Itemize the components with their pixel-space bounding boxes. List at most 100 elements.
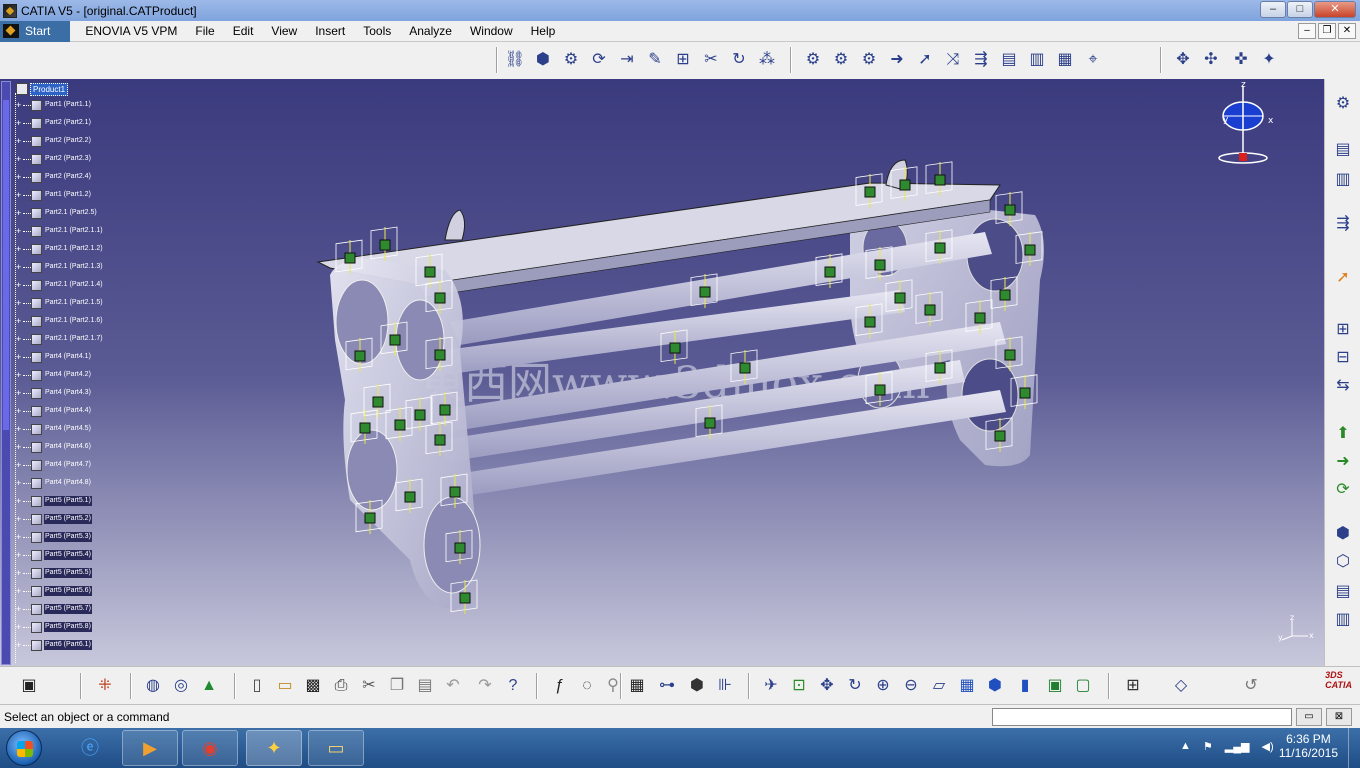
measure-icon[interactable]: ⌖	[1082, 49, 1104, 71]
select-icon[interactable]: ➚	[1332, 267, 1354, 289]
cut-icon[interactable]: ✂	[358, 675, 380, 697]
expand-icon[interactable]: +	[16, 604, 23, 614]
fit-all-icon[interactable]: ✜	[1230, 49, 1252, 71]
tree-item[interactable]: + Part5 (Part5.4)	[16, 549, 92, 561]
swap-icon[interactable]: ▢	[1072, 675, 1094, 697]
expand-icon[interactable]: +	[16, 208, 23, 218]
arrow-icon[interactable]: ➜	[886, 49, 908, 71]
fx-icon[interactable]: ƒ	[548, 675, 570, 697]
fit-icon[interactable]: ⊡	[788, 675, 810, 697]
assembly-icon[interactable]: ⚙	[560, 49, 582, 71]
tree-item[interactable]: + Part2 (Part2.2)	[16, 135, 92, 147]
expand-icon[interactable]: +	[16, 424, 23, 434]
command-input[interactable]	[992, 708, 1292, 726]
internet-explorer-icon[interactable]: ⓔ	[62, 730, 118, 766]
expand-icon[interactable]: +	[16, 136, 23, 146]
menu-analyze[interactable]: Analyze	[400, 24, 461, 38]
network-flag-icon[interactable]: ⚑	[1203, 740, 1213, 753]
tree-item[interactable]: + Part2.1 (Part2.1.5)	[16, 297, 104, 309]
clock[interactable]: 6:36 PM 11/16/2015	[1279, 732, 1338, 760]
tree-item[interactable]: + Part4 (Part4.7)	[16, 459, 92, 471]
tree-icon[interactable]: ⊶	[656, 675, 678, 697]
tree-item[interactable]: + Part1 (Part1.1)	[16, 99, 92, 111]
doc-minimize-button[interactable]: –	[1298, 23, 1316, 39]
tree-item[interactable]: + Part4 (Part4.3)	[16, 387, 92, 399]
snap-icon[interactable]: ⇶	[1332, 213, 1354, 235]
expand-icon[interactable]: +	[16, 370, 23, 380]
menu-edit[interactable]: Edit	[224, 24, 263, 38]
copy-icon[interactable]: ❐	[386, 675, 408, 697]
scan-icon[interactable]: ▦	[1054, 49, 1076, 71]
expand-icon[interactable]: +	[16, 244, 23, 254]
expand-icon[interactable]: +	[16, 568, 23, 578]
sphere2-icon[interactable]: ◎	[170, 675, 192, 697]
explorer-folder-icon[interactable]: ▭	[308, 730, 364, 766]
refresh-icon[interactable]: ↺	[1240, 675, 1262, 697]
tree-item[interactable]: + Part5 (Part5.3)	[16, 531, 92, 543]
sheet2-icon[interactable]: ▥	[1026, 49, 1048, 71]
cube2-icon[interactable]: ⬡	[1332, 551, 1354, 573]
tree-item[interactable]: + Part2 (Part2.1)	[16, 117, 92, 129]
tree-item[interactable]: + Part5 (Part5.7)	[16, 603, 92, 615]
expand-icon[interactable]: +	[16, 118, 23, 128]
tree-scroll-thumb[interactable]	[3, 100, 9, 430]
tree-item[interactable]: + Part5 (Part5.5)	[16, 567, 92, 579]
cube-icon[interactable]: ⬢	[532, 49, 554, 71]
tools-icon[interactable]: ⊪	[714, 675, 736, 697]
hide-icon[interactable]: ▣	[1044, 675, 1066, 697]
move-icon[interactable]: ⬆	[1332, 423, 1354, 445]
expand-icon[interactable]: +	[16, 388, 23, 398]
sheet2-icon[interactable]: ▥	[1332, 169, 1354, 191]
tree-item[interactable]: + Part6 (Part6.1)	[16, 639, 92, 651]
volume-icon[interactable]: ◀)	[1261, 740, 1273, 753]
tree-item[interactable]: + Part2.1 (Part2.1.7)	[16, 333, 104, 345]
chrome-icon[interactable]: ◉	[182, 730, 238, 766]
doc-icon[interactable]: ▤	[1332, 581, 1354, 603]
clash-icon[interactable]: ✂	[700, 49, 722, 71]
expand-icon[interactable]: +	[16, 352, 23, 362]
help-icon[interactable]: ?	[502, 675, 524, 697]
doc-close-button[interactable]: ✕	[1338, 23, 1356, 39]
star-icon[interactable]: ✦	[1258, 49, 1280, 71]
expand-icon[interactable]: +	[16, 226, 23, 236]
undo-icon[interactable]: ↶	[442, 675, 464, 697]
tree-item[interactable]: + Part2.1 (Part2.1.3)	[16, 261, 104, 273]
gear3-icon[interactable]: ⚙	[858, 49, 880, 71]
signal-icon[interactable]: ▂▄▆	[1225, 740, 1250, 753]
shading-icon[interactable]: ▮	[1014, 675, 1036, 697]
normal-icon[interactable]: ⏥	[928, 675, 950, 697]
grid-icon[interactable]: ⁂	[756, 49, 778, 71]
tree-item[interactable]: + Part2 (Part2.3)	[16, 153, 92, 165]
perspective-icon[interactable]: ⊞	[1122, 675, 1144, 697]
views-icon[interactable]: ▦	[956, 675, 978, 697]
grid-icon[interactable]: ⁜	[94, 675, 116, 697]
sphere-icon[interactable]: ◍	[142, 675, 164, 697]
save-icon[interactable]: ▩	[302, 675, 324, 697]
expand-icon[interactable]: +	[16, 478, 23, 488]
tree-item[interactable]: + Part5 (Part5.2)	[16, 513, 92, 525]
menu-tools[interactable]: Tools	[354, 24, 400, 38]
arrow2-icon[interactable]: ➚	[914, 49, 936, 71]
tree-item[interactable]: + Part5 (Part5.8)	[16, 621, 92, 633]
iso-icon[interactable]: ⬢	[984, 675, 1006, 697]
tree-item[interactable]: + Part4 (Part4.8)	[16, 477, 92, 489]
doc-restore-button[interactable]: ❐	[1318, 23, 1336, 39]
minimize-button[interactable]: –	[1260, 1, 1286, 18]
zoom-out-icon[interactable]: ⊖	[900, 675, 922, 697]
move2-icon[interactable]: ➜	[1332, 451, 1354, 473]
expand-icon[interactable]: +	[16, 622, 23, 632]
tri-icon[interactable]: ▲	[198, 675, 220, 697]
camera-icon[interactable]: ▣	[18, 675, 40, 697]
catia-task-icon[interactable]: ✦	[246, 730, 302, 766]
constraint3-icon[interactable]: ⇆	[1332, 375, 1354, 397]
command-button[interactable]: ▭	[1296, 708, 1322, 726]
sheet-icon[interactable]: ▤	[998, 49, 1020, 71]
expand-icon[interactable]: +	[16, 514, 23, 524]
move3-icon[interactable]: ⟳	[1332, 479, 1354, 501]
expand-icon[interactable]: +	[16, 280, 23, 290]
zoom-in-icon[interactable]: ⊕	[872, 675, 894, 697]
expand-icon[interactable]: +	[16, 550, 23, 560]
split-icon[interactable]: ⤨	[942, 49, 964, 71]
tree-root-product[interactable]: Product1	[16, 82, 69, 96]
table-icon[interactable]: ▦	[626, 675, 648, 697]
